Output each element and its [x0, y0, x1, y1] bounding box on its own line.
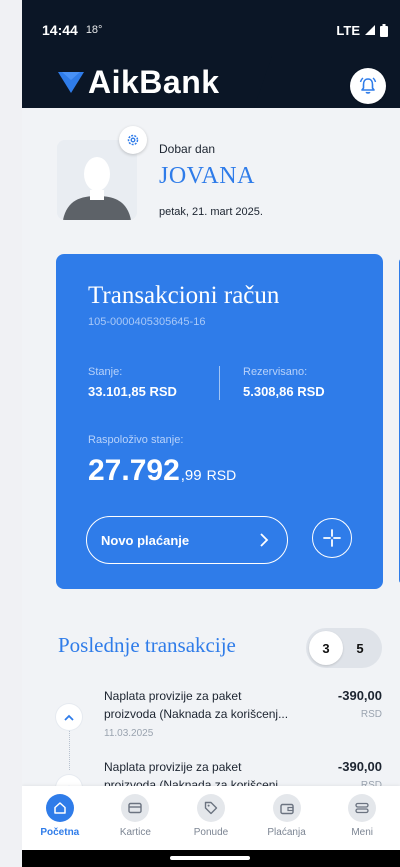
status-right: LTE [336, 23, 388, 38]
brand-mark-icon [58, 72, 84, 93]
available-main: 27.792 [88, 454, 180, 487]
account-card[interactable]: Transakcioni račun 105-0000405305645-16 … [56, 254, 383, 589]
toggle-option-5[interactable]: 5 [343, 631, 377, 665]
left-margin [0, 0, 22, 867]
bell-icon [359, 77, 377, 94]
transaction-amount: -390,00 [337, 688, 382, 703]
tag-icon [196, 794, 225, 822]
bottom-navigation: Početna Kartice Ponude Plaćanja Meni [22, 786, 400, 850]
balance-label: Stanje: [88, 366, 123, 378]
balance-divider [219, 366, 220, 400]
app-header: 14:44 18° LTE AikBank [22, 0, 400, 108]
nav-label: Kartice [119, 827, 151, 838]
nav-label: Plaćanja [267, 827, 306, 838]
toggle-option-3[interactable]: 3 [309, 631, 343, 665]
home-indicator[interactable] [170, 856, 250, 860]
network-label: LTE [336, 22, 360, 38]
brand-logo: AikBank [58, 62, 220, 102]
nav-item-payments[interactable]: Plaćanja [249, 786, 325, 850]
available-cents: ,99 [180, 467, 202, 484]
notifications-button[interactable] [350, 68, 386, 104]
transaction-arrow [56, 704, 82, 730]
transaction-desc-line1: Naplata provizije za paket [104, 689, 242, 703]
account-number: 105-0000405305645-16 [88, 316, 206, 328]
nav-label: Početna [40, 827, 80, 838]
current-date: petak, 21. mart 2025. [159, 206, 263, 218]
profile-settings-button[interactable] [119, 126, 147, 154]
phone-screen: 14:44 18° LTE AikBank Dobar dan JOVANA p… [22, 0, 400, 867]
transaction-row[interactable]: Naplata provizije za paket proizvoda (Na… [22, 688, 400, 748]
nav-item-offers[interactable]: Ponude [173, 786, 249, 850]
available-balance: 27.792 ,99 RSD [88, 454, 236, 488]
status-time: 14:44 [42, 22, 78, 38]
card-icon [121, 794, 150, 822]
transactions-title: Poslednje transakcije [58, 633, 236, 657]
quick-action-button[interactable] [312, 518, 352, 558]
transaction-desc-line1: Naplata provizije za paket [104, 760, 242, 774]
nav-item-home[interactable]: Početna [22, 786, 98, 850]
balance-block: Stanje: 33.101,85 RSD [88, 366, 177, 399]
status-bar: 14:44 18° LTE [42, 20, 388, 40]
balance-value: 33.101,85 RSD [88, 384, 177, 399]
status-temp: 18° [85, 24, 103, 36]
transaction-currency: RSD [360, 709, 382, 720]
available-label: Raspoloživo stanje: [88, 434, 184, 446]
transaction-amount: -390,00 [337, 759, 382, 774]
transaction-desc-line2: proizvoda (Naknada za korišcenj... [104, 707, 289, 721]
chevron-up-icon [64, 714, 74, 721]
new-payment-label: Novo plaćanje [101, 532, 190, 548]
signal-icon [365, 25, 375, 35]
nav-label: Ponude [193, 827, 229, 838]
reserved-block: Rezervisano: 5.308,86 RSD [243, 366, 325, 399]
system-gesture-bar [22, 850, 400, 867]
sparkle-icon [323, 529, 341, 547]
nav-item-menu[interactable]: Meni [324, 786, 400, 850]
reserved-value: 5.308,86 RSD [243, 384, 325, 399]
greeting-text: Dobar dan [159, 142, 216, 156]
home-icon [45, 794, 74, 822]
wallet-icon [272, 794, 301, 822]
new-payment-button[interactable]: Novo plaćanje [86, 516, 288, 564]
chevron-right-icon [260, 533, 269, 547]
nav-label: Meni [351, 827, 374, 838]
gear-icon [127, 134, 139, 146]
account-title: Transakcioni račun [88, 282, 280, 309]
transaction-date: 11.03.2025 [104, 728, 154, 739]
reserved-label: Rezervisano: [243, 366, 308, 378]
battery-icon [380, 23, 388, 37]
brand-name: AikBank [88, 63, 220, 100]
available-currency: RSD [206, 467, 237, 483]
user-name: JOVANA [159, 163, 255, 189]
menu-icon [348, 794, 377, 822]
nav-item-cards[interactable]: Kartice [98, 786, 174, 850]
transactions-count-toggle[interactable]: 3 5 [306, 628, 382, 668]
